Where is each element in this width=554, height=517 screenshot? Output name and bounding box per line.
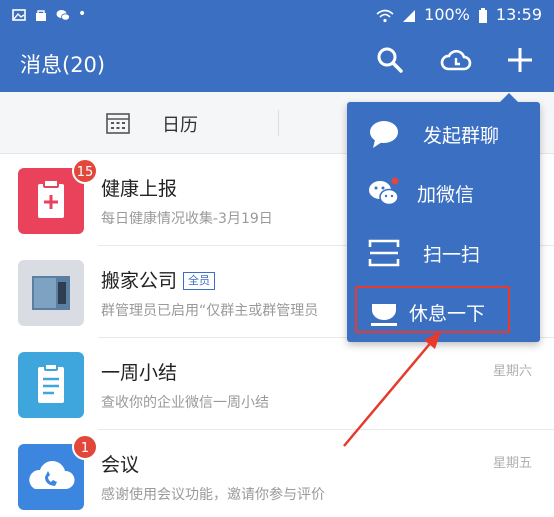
search-icon[interactable] [374, 44, 406, 76]
conversation-preview: 查收你的企业微信一周小结 [101, 395, 269, 411]
avatar [18, 352, 84, 418]
gallery-icon [12, 7, 26, 21]
dot-icon: • [78, 6, 87, 22]
menu-item-scan[interactable]: 扫一扫 [347, 223, 540, 283]
scan-icon [367, 237, 401, 269]
status-bar: • 100% 13:59 [0, 0, 554, 30]
battery-icon [478, 7, 488, 23]
cloud-icon[interactable] [440, 44, 472, 76]
conversation-name-text: 搬家公司 [101, 270, 178, 292]
battery-level: 100% [424, 5, 470, 24]
page-title: 消息(20) [20, 53, 106, 77]
calendar-icon[interactable] [106, 112, 130, 134]
menu-item-label: 加微信 [417, 184, 475, 206]
conversation-name: 健康上报 [101, 178, 178, 200]
wifi-icon [376, 8, 394, 22]
list-item[interactable]: 一周小结 查收你的企业微信一周小结 星期六 [0, 338, 554, 430]
wechat-icon [367, 177, 401, 209]
conversation-preview: 感谢使用会议功能，邀请你参与评价 [101, 487, 325, 503]
menu-item-start-group-chat[interactable]: 发起群聊 [347, 104, 540, 164]
strip-divider [278, 110, 279, 136]
conversation-time: 星期五 [492, 456, 532, 471]
list-item[interactable]: 1 会议 感谢使用会议功能，邀请你参与评价 星期五 [0, 430, 554, 517]
calendar-label[interactable]: 日历 [162, 111, 198, 137]
app-header: • 100% 13:59 消息(20) [0, 0, 554, 92]
conversation-time: 星期六 [492, 364, 532, 379]
signal-icon [402, 8, 416, 22]
menu-item-add-wechat[interactable]: 加微信 [347, 163, 540, 223]
unread-badge: 15 [72, 158, 98, 184]
menu-item-label: 发起群聊 [423, 125, 500, 147]
menu-item-label: 扫一扫 [423, 244, 481, 266]
avatar: 15 [18, 158, 98, 234]
unread-badge: 1 [72, 434, 98, 460]
conversation-name: 一周小结 [101, 362, 178, 384]
chat-bubble-icon [367, 118, 401, 150]
report-icon [38, 363, 64, 403]
clock: 13:59 [495, 5, 542, 24]
plus-icon[interactable] [504, 44, 536, 76]
avatar: 1 [18, 434, 98, 510]
wechat-status-icon [56, 7, 70, 21]
avatar [18, 260, 84, 326]
all-members-tag: 全员 [183, 272, 216, 290]
conversation-preview: 每日健康情况收集-3月19日 [101, 211, 273, 227]
conversation-name: 搬家公司 全员 [101, 266, 216, 293]
group-photo [32, 276, 70, 310]
conversation-name: 会议 [101, 454, 140, 476]
conversation-preview: 群管理员已启用“仅群主或群管理员 [101, 303, 319, 319]
highlight-box [355, 286, 510, 333]
bag-icon [34, 7, 48, 21]
